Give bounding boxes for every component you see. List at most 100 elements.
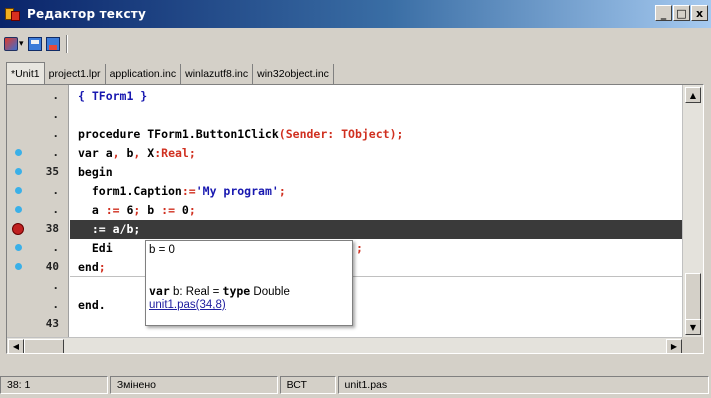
- hint-keyword: var: [149, 284, 170, 298]
- vertical-scrollbar[interactable]: ▲ ▼: [682, 85, 703, 337]
- line-gutter[interactable]: . . . . 35 . . 38 . 40 . . 43: [7, 85, 69, 337]
- code-text: a: [78, 203, 106, 217]
- gutter-line[interactable]: 40: [7, 258, 69, 277]
- code-line[interactable]: procedure TForm1.Button1Click(Sender: TO…: [70, 125, 682, 144]
- code-line[interactable]: var a, b, X:Real;: [70, 144, 682, 163]
- code-text: end.: [78, 298, 106, 312]
- gutter-line[interactable]: 43: [7, 315, 69, 334]
- scroll-down-button[interactable]: ▼: [685, 319, 701, 335]
- executable-line-icon: [15, 244, 22, 251]
- tab-project1[interactable]: project1.lpr: [44, 64, 106, 84]
- file-name-status: unit1.pas: [337, 376, 709, 394]
- code-text: := a/b;: [78, 222, 141, 236]
- save-icon: [45, 37, 60, 51]
- gutter-line[interactable]: .: [7, 125, 69, 144]
- hint-declaration: var b: Real = type Double: [149, 284, 290, 298]
- scroll-up-button[interactable]: ▲: [685, 87, 701, 103]
- status-bar: 38: 1 Змінено ВСТ unit1.pas: [0, 376, 711, 396]
- gutter-line[interactable]: .: [7, 277, 69, 296]
- code-line[interactable]: { TForm1 }: [70, 87, 682, 106]
- gutter-line[interactable]: .: [7, 296, 69, 315]
- line-number: .: [52, 279, 59, 292]
- gutter-line[interactable]: .: [7, 239, 69, 258]
- line-number: .: [52, 146, 59, 159]
- code-line[interactable]: begin: [70, 163, 682, 182]
- hint-source-link[interactable]: unit1.pas(34,8): [149, 299, 226, 311]
- gutter-line[interactable]: .: [7, 106, 69, 125]
- tab-application[interactable]: application.inc: [105, 64, 182, 84]
- code-text: ;: [278, 184, 286, 198]
- tab-unit1[interactable]: *Unit1: [6, 62, 45, 84]
- scroll-right-button[interactable]: ▶: [666, 339, 682, 353]
- code-text: (Sender: TObject);: [278, 127, 404, 141]
- run-icon: [4, 37, 18, 51]
- code-line[interactable]: a := 6; b := 0;: [70, 201, 682, 220]
- toolbar-separator: [65, 35, 68, 53]
- code-text: procedure TForm1.Button1Click: [78, 127, 279, 141]
- horizontal-scroll-thumb[interactable]: [24, 339, 64, 353]
- line-number: .: [52, 184, 59, 197]
- hint-text: b: Real =: [169, 286, 223, 298]
- gutter-line[interactable]: .: [7, 87, 69, 106]
- code-line[interactable]: form1.Caption:='My program';: [70, 182, 682, 201]
- title-bar[interactable]: Редактор тексту _ □ x: [0, 0, 711, 28]
- debug-hint-tooltip: b = 0 var b: Real = type Double unit1.pa…: [145, 240, 353, 326]
- code-text: :=: [105, 203, 120, 217]
- code-text: :Real;: [154, 146, 196, 160]
- minimize-button[interactable]: _: [655, 5, 672, 21]
- save-button[interactable]: [45, 34, 60, 54]
- executable-line-icon: [15, 187, 22, 194]
- code-text: 6: [119, 203, 134, 217]
- code-text: :=: [161, 203, 175, 217]
- gutter-line[interactable]: .: [7, 182, 69, 201]
- code-text: ,: [133, 146, 148, 160]
- code-text: begin: [78, 165, 113, 179]
- hint-value: b = 0: [149, 244, 175, 256]
- code-text: b: [147, 203, 162, 217]
- gutter-line[interactable]: 38: [7, 220, 69, 239]
- open-button[interactable]: [27, 34, 42, 54]
- code-text: ;: [356, 241, 363, 255]
- line-number: 38: [45, 222, 59, 235]
- app-icon: [5, 6, 21, 22]
- line-number: 35: [45, 165, 59, 178]
- string-text: 'My program': [195, 184, 279, 198]
- run-button[interactable]: ▾: [4, 34, 24, 54]
- tab-winlazutf8[interactable]: winlazutf8.inc: [181, 64, 254, 84]
- tab-win32object[interactable]: win32object.inc: [253, 64, 334, 84]
- code-text: end: [78, 260, 99, 274]
- breakpoint-icon[interactable]: [12, 223, 24, 235]
- open-icon: [27, 37, 42, 51]
- comment-text: { TForm1 }: [78, 89, 148, 103]
- code-text: ;: [133, 203, 148, 217]
- execution-point-line[interactable]: := a/b;: [70, 220, 682, 239]
- file-tabs: *Unit1 project1.lpr application.inc winl…: [6, 62, 334, 84]
- code-text: ,: [112, 146, 127, 160]
- executable-line-icon: [15, 263, 22, 270]
- modified-status: Змінено: [109, 376, 278, 394]
- scroll-left-button[interactable]: ◀: [8, 339, 24, 353]
- chevron-down-icon[interactable]: ▾: [19, 39, 24, 49]
- horizontal-scrollbar[interactable]: ◀ ▶: [7, 337, 683, 353]
- hint-keyword: type: [222, 284, 251, 298]
- code-text: var a: [78, 146, 113, 160]
- executable-line-icon: [15, 206, 22, 213]
- code-text: ;: [98, 260, 106, 274]
- line-number: 43: [45, 317, 59, 330]
- maximize-button[interactable]: □: [673, 5, 690, 21]
- line-number: .: [52, 241, 59, 254]
- code-text: Edi: [78, 241, 113, 255]
- close-button[interactable]: x: [691, 5, 708, 21]
- gutter-line[interactable]: 35: [7, 163, 69, 182]
- line-number: 40: [45, 260, 59, 273]
- code-editor[interactable]: . . . . 35 . . 38 . 40 . . 43 { TForm1 }…: [6, 84, 704, 354]
- code-text: form1.Caption: [78, 184, 182, 198]
- window-controls: _ □ x: [655, 5, 708, 21]
- insert-mode-status: ВСТ: [279, 376, 336, 394]
- toolbar: ▾: [0, 30, 711, 58]
- line-number: .: [52, 298, 59, 311]
- window-title: Редактор тексту: [27, 7, 146, 21]
- gutter-line[interactable]: .: [7, 144, 69, 163]
- code-text: :=: [181, 184, 196, 198]
- gutter-line[interactable]: .: [7, 201, 69, 220]
